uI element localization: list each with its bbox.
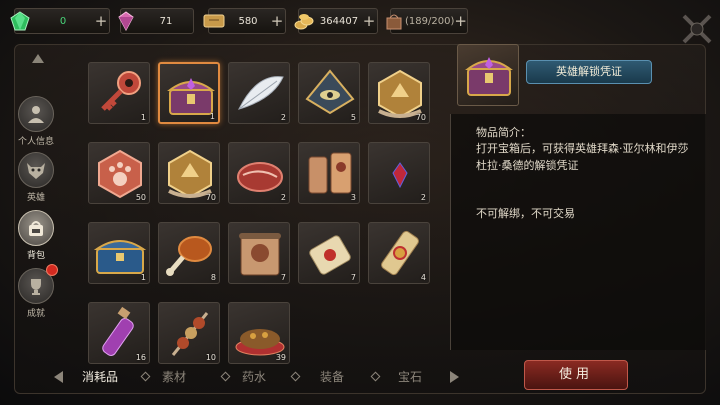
pink-diamond-icon xyxy=(113,10,139,32)
item-count: 16 xyxy=(135,353,146,362)
detail-heading: 物品简介： xyxy=(476,126,531,139)
nav-item-backpack[interactable]: 背包 xyxy=(14,210,58,261)
inventory-slot[interactable]: 5 xyxy=(298,62,360,124)
item-count: 5 xyxy=(350,113,356,122)
add-coins-button[interactable]: + xyxy=(361,13,377,29)
inventory-slot[interactable]: 70 xyxy=(158,142,220,204)
item-count: 39 xyxy=(275,353,286,362)
tab-consumables[interactable]: 消耗品 xyxy=(82,368,118,385)
pink-diamond-counter: 71 xyxy=(118,8,194,34)
detail-item-name: 英雄解锁凭证 xyxy=(526,60,652,84)
gold-coins-icon xyxy=(291,10,317,32)
tab-prev-arrow-icon[interactable] xyxy=(54,371,63,383)
inventory-slot[interactable]: 16 xyxy=(88,302,150,364)
gold-ticket-icon xyxy=(201,10,227,32)
item-count: 7 xyxy=(350,273,356,282)
expand-backpack-button[interactable]: + xyxy=(454,13,467,29)
nav-label: 英雄 xyxy=(26,193,45,203)
use-button[interactable]: 使用 xyxy=(524,360,628,390)
tab-divider-icon xyxy=(370,371,381,382)
side-nav: 个人信息 英雄 背包 成就 xyxy=(0,60,70,360)
item-count: 1 xyxy=(140,113,146,122)
backpack-bag-icon xyxy=(383,10,405,32)
currency-bar: 0 + 71 580 + 364407 + (189/200) + xyxy=(0,8,720,44)
detail-trade-note: 不可解绑，不可交易 xyxy=(476,207,575,220)
notification-dot xyxy=(46,264,58,276)
item-count: 70 xyxy=(415,113,426,122)
close-emblem-icon[interactable] xyxy=(680,12,714,46)
emerald-gem-icon xyxy=(7,10,33,32)
item-count: 8 xyxy=(210,273,216,282)
emerald-gem-value: 0 xyxy=(59,15,67,27)
add-emerald-button[interactable]: + xyxy=(93,13,109,29)
detail-item-icon xyxy=(457,44,519,106)
inventory-slot[interactable]: 4 xyxy=(368,222,430,284)
item-count: 3 xyxy=(350,193,356,202)
inventory-slot[interactable]: 1 xyxy=(88,222,150,284)
item-count: 50 xyxy=(135,193,146,202)
inventory-slot[interactable]: 2 xyxy=(368,142,430,204)
tab-materials[interactable]: 素材 xyxy=(162,368,186,385)
inventory-slot[interactable]: 2 xyxy=(228,62,290,124)
inventory-slot[interactable]: 10 xyxy=(158,302,220,364)
item-count: 70 xyxy=(205,193,216,202)
hero-mask-icon xyxy=(18,152,54,188)
item-count: 1 xyxy=(140,273,146,282)
inventory-slot[interactable]: 70 xyxy=(368,62,430,124)
inventory-slot[interactable]: 3 xyxy=(298,142,360,204)
emerald-gem-counter: 0 + xyxy=(10,8,110,34)
add-ticket-button[interactable]: + xyxy=(269,13,285,29)
tab-divider-icon xyxy=(140,371,151,382)
inventory-slot[interactable]: 2 xyxy=(228,142,290,204)
nav-label: 背包 xyxy=(26,251,45,261)
backpack-icon xyxy=(18,210,54,246)
tab-next-arrow-icon[interactable] xyxy=(450,371,459,383)
item-count: 4 xyxy=(420,273,426,282)
backpack-capacity-value: (189/200) xyxy=(405,15,455,27)
item-count: 2 xyxy=(280,113,286,122)
tab-potions[interactable]: 药水 xyxy=(242,368,266,385)
inventory-slot[interactable]: 1 xyxy=(158,62,220,124)
detail-description: 打开宝箱后，可获得英雄拜森·亚尔林和伊莎杜拉·桑德的解锁凭证 xyxy=(476,142,689,172)
inventory-slot[interactable]: 7 xyxy=(298,222,360,284)
inventory-slot[interactable]: 39 xyxy=(228,302,290,364)
nav-item-achievements[interactable]: 成就 xyxy=(14,264,58,319)
inventory-slot[interactable]: 8 xyxy=(158,222,220,284)
category-tabs: 消耗品 素材 药水 装备 宝石 xyxy=(50,364,470,390)
item-count: 1 xyxy=(209,112,215,121)
item-count: 10 xyxy=(205,353,216,362)
gold-ticket-counter: 580 + xyxy=(203,8,286,34)
item-count: 2 xyxy=(280,193,286,202)
backpack-capacity-counter: (189/200) + xyxy=(386,8,468,34)
nav-item-profile[interactable]: 个人信息 xyxy=(14,96,58,147)
gold-coins-counter: 364407 + xyxy=(294,8,378,34)
gold-ticket-value: 580 xyxy=(238,15,258,27)
inventory-slot[interactable]: 50 xyxy=(88,142,150,204)
nav-item-heroes[interactable]: 英雄 xyxy=(14,152,58,203)
person-icon xyxy=(18,96,54,132)
tab-gems[interactable]: 宝石 xyxy=(398,368,422,385)
pink-diamond-value: 71 xyxy=(159,15,173,27)
nav-label: 成就 xyxy=(26,309,45,319)
nav-label: 个人信息 xyxy=(17,137,54,147)
gold-coins-value: 364407 xyxy=(319,15,359,27)
inventory-slot[interactable]: 1 xyxy=(88,62,150,124)
item-count: 2 xyxy=(420,193,426,202)
item-count: 7 xyxy=(280,273,286,282)
tab-equipment[interactable]: 装备 xyxy=(320,368,344,385)
tab-divider-icon xyxy=(220,371,231,382)
inventory-slot[interactable]: 7 xyxy=(228,222,290,284)
tab-divider-icon xyxy=(290,371,301,382)
